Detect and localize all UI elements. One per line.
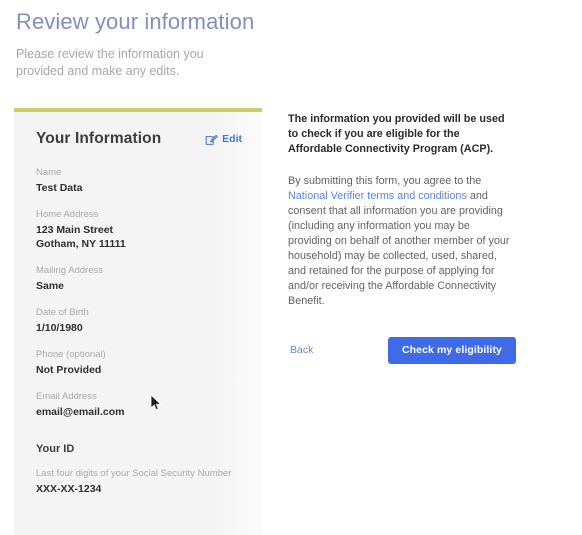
consent-text-part1: By submitting this form, you agree to th… xyxy=(288,175,482,187)
field-value: Not Provided xyxy=(36,364,102,376)
consent-text-part2: and consent that all information you are… xyxy=(288,190,510,307)
pencil-square-icon xyxy=(205,133,218,146)
consent-text: By submitting this form, you agree to th… xyxy=(288,174,516,309)
field-value: XXX-XX-1234 xyxy=(36,483,102,495)
detail-column: The information you provided will be use… xyxy=(288,108,516,364)
eligibility-lead-text: The information you provided will be use… xyxy=(288,113,505,155)
card-title: Your Information xyxy=(36,130,162,147)
field-label: Home Address xyxy=(36,209,99,220)
field-value: 123 Main Street xyxy=(36,224,114,236)
field-home-address: Home Address 123 Main Street Gotham, NY … xyxy=(36,208,246,251)
card-header: Your Information Edit xyxy=(36,130,246,148)
field-label: Last four digits of your Social Security… xyxy=(36,468,232,479)
field-label: Email Address xyxy=(36,391,97,402)
field-value: Test Data xyxy=(36,182,83,194)
field-value-line2: Gotham, NY 11111 xyxy=(36,238,126,250)
field-mailing-address: Mailing Address Same xyxy=(36,264,246,293)
your-information-card: Your Information Edit Name Test Data Hom… xyxy=(14,108,262,535)
check-eligibility-button[interactable]: Check my eligibility xyxy=(387,336,516,364)
page-header: Review your information Please review th… xyxy=(0,0,582,80)
back-button[interactable]: Back xyxy=(288,340,315,360)
field-value: email@email.com xyxy=(36,406,125,418)
page-title: Review your information xyxy=(16,9,255,34)
field-label: Name xyxy=(36,167,62,178)
field-email-address: Email Address email@email.com xyxy=(36,390,246,419)
field-ssn: Last four digits of your Social Security… xyxy=(36,467,246,496)
edit-label: Edit xyxy=(222,133,242,145)
field-label: Date of Birth xyxy=(36,307,89,318)
field-name: Name Test Data xyxy=(36,166,246,195)
field-value: 1/10/1980 xyxy=(36,322,83,334)
action-row: Back Check my eligibility xyxy=(288,336,516,364)
field-date-of-birth: Date of Birth 1/10/1980 xyxy=(36,306,246,335)
field-label: Phone (optional) xyxy=(36,349,106,360)
field-phone: Phone (optional) Not Provided xyxy=(36,348,246,377)
national-verifier-terms-link[interactable]: National Verifier terms and conditions xyxy=(288,190,467,202)
field-label: Mailing Address xyxy=(36,265,104,276)
field-value: Same xyxy=(36,280,65,292)
page-subtitle: Please review the information you provid… xyxy=(16,47,204,78)
edit-button[interactable]: Edit xyxy=(205,133,246,146)
your-id-heading: Your ID xyxy=(36,443,75,455)
